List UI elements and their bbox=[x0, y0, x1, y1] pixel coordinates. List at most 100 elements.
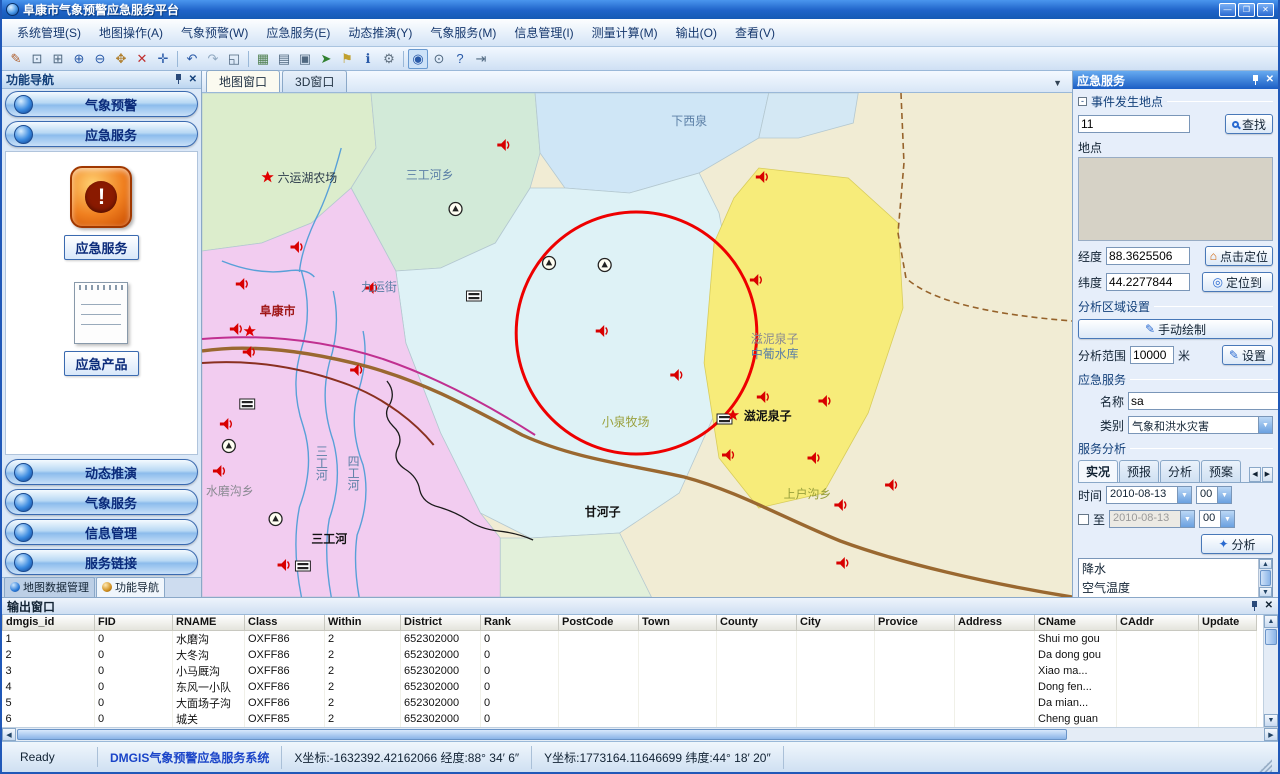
scroll-thumb[interactable] bbox=[1265, 629, 1277, 645]
end-time-checkbox[interactable] bbox=[1078, 514, 1089, 525]
range-input[interactable] bbox=[1130, 346, 1174, 364]
column-header[interactable]: Rank bbox=[481, 615, 559, 630]
latitude-input[interactable] bbox=[1106, 273, 1190, 291]
scroll-right-icon[interactable]: ▶ bbox=[1264, 728, 1278, 741]
tab-live[interactable]: 实况 bbox=[1078, 460, 1118, 482]
map-canvas[interactable]: 下西泉 六运湖农场 三工河乡 九运街 阜康市 滋泥泉子 中葡水库 滋泥泉子 小泉… bbox=[202, 93, 1072, 597]
shortcut-label[interactable]: 应急产品 bbox=[64, 351, 138, 376]
menu-item[interactable]: 动态推演(Y) bbox=[339, 20, 421, 45]
full-extent-icon[interactable]: ✛ bbox=[153, 49, 173, 69]
scroll-left-icon[interactable]: ◀ bbox=[2, 728, 16, 741]
column-header[interactable]: PostCode bbox=[559, 615, 639, 630]
table-row[interactable]: 50大面场子沟OXFF8626523020000Da mian... bbox=[3, 695, 1257, 711]
column-header[interactable]: CName bbox=[1035, 615, 1117, 630]
menu-item[interactable]: 气象预警(W) bbox=[172, 20, 257, 45]
column-header[interactable]: Provice bbox=[875, 615, 955, 630]
column-header[interactable]: RNAME bbox=[173, 615, 245, 630]
list-scrollbar[interactable]: ▲ ▼ bbox=[1258, 559, 1272, 597]
tab-analyze[interactable]: 分析 bbox=[1160, 460, 1200, 482]
select-box-icon[interactable]: ⊡ bbox=[27, 49, 47, 69]
scroll-up-icon[interactable]: ▲ bbox=[1259, 559, 1272, 569]
set-button[interactable]: ✎ 设置 bbox=[1222, 345, 1273, 365]
sidebar-item-service-links[interactable]: 服务链接 bbox=[5, 549, 198, 575]
analyze-button[interactable]: ✦ 分析 bbox=[1201, 534, 1273, 554]
menu-item[interactable]: 气象服务(M) bbox=[421, 20, 505, 45]
start-date-select[interactable]: 2010-08-13▼ bbox=[1106, 486, 1192, 504]
previous-view-icon[interactable]: ↶ bbox=[182, 49, 202, 69]
column-header[interactable]: CAddr bbox=[1117, 615, 1199, 630]
manual-draw-button[interactable]: ✎ 手动绘制 bbox=[1078, 319, 1273, 339]
collapse-icon[interactable]: - bbox=[1078, 97, 1087, 106]
table-row[interactable]: 40东风一小队OXFF8626523020000Dong fen... bbox=[3, 679, 1257, 695]
table-row[interactable]: 10水磨沟OXFF8626523020000Shui mo gou bbox=[3, 630, 1257, 647]
globe-search-icon[interactable]: ◉ bbox=[408, 49, 428, 69]
settings-gear-icon[interactable]: ⚙ bbox=[379, 49, 399, 69]
pan-icon[interactable]: ✥ bbox=[111, 49, 131, 69]
column-header[interactable]: City bbox=[797, 615, 875, 630]
menu-item[interactable]: 地图操作(A) bbox=[90, 20, 172, 45]
edit-icon[interactable]: ✎ bbox=[6, 49, 26, 69]
tab-map-window[interactable]: 地图窗口 bbox=[206, 70, 280, 92]
zoom-out-icon[interactable]: ⊖ bbox=[90, 49, 110, 69]
list-item[interactable]: 降水 bbox=[1079, 559, 1258, 578]
close-icon[interactable]: ✕ bbox=[1265, 601, 1273, 611]
menu-item[interactable]: 测量计算(M) bbox=[583, 20, 667, 45]
scroll-thumb[interactable] bbox=[17, 729, 1067, 740]
scroll-down-icon[interactable]: ▼ bbox=[1264, 714, 1278, 727]
info-icon[interactable]: ℹ bbox=[358, 49, 378, 69]
sidebar-item-emergency-service[interactable]: 应急服务 bbox=[5, 121, 198, 147]
zoom-select-icon[interactable]: ◱ bbox=[224, 49, 244, 69]
close-icon[interactable]: ✕ bbox=[189, 75, 197, 85]
scroll-down-icon[interactable]: ▼ bbox=[1259, 587, 1272, 597]
place-list[interactable] bbox=[1078, 157, 1273, 241]
menu-item[interactable]: 输出(O) bbox=[667, 20, 726, 45]
sidebar-item-weather-warning[interactable]: 气象预警 bbox=[5, 91, 198, 117]
tab-list-dropdown-icon[interactable]: ▼ bbox=[1047, 78, 1068, 92]
column-header[interactable]: Town bbox=[639, 615, 717, 630]
table-horizontal-scrollbar[interactable]: ◀ ▶ bbox=[2, 727, 1278, 741]
print-icon[interactable]: ▣ bbox=[295, 49, 315, 69]
shortcut-label[interactable]: 应急服务 bbox=[64, 235, 138, 260]
menu-item[interactable]: 应急服务(E) bbox=[257, 20, 339, 45]
list-item[interactable]: 空气温度 bbox=[1079, 578, 1258, 597]
pointer-icon[interactable]: ➤ bbox=[316, 49, 336, 69]
table-row[interactable]: 20大冬沟OXFF8626523020000Da dong gou bbox=[3, 647, 1257, 663]
tab-function-nav[interactable]: 功能导航 bbox=[96, 577, 165, 597]
locate-to-button[interactable]: ◎ 定位到 bbox=[1202, 272, 1274, 292]
sidebar-item-info-management[interactable]: 信息管理 bbox=[5, 519, 198, 545]
select-add-icon[interactable]: ⊞ bbox=[48, 49, 68, 69]
start-hour-select[interactable]: 00▼ bbox=[1196, 486, 1232, 504]
location-search-input[interactable] bbox=[1078, 115, 1190, 133]
tab-3d-window[interactable]: 3D窗口 bbox=[282, 70, 347, 92]
click-locate-button[interactable]: ⌂ 点击定位 bbox=[1205, 246, 1273, 266]
find-button[interactable]: 查找 bbox=[1225, 114, 1273, 134]
column-header[interactable]: District bbox=[401, 615, 481, 630]
snapshot-icon[interactable]: ▤ bbox=[274, 49, 294, 69]
tab-plan[interactable]: 预案 bbox=[1201, 460, 1241, 482]
pin-icon[interactable] bbox=[1251, 75, 1260, 86]
menu-item[interactable]: 信息管理(I) bbox=[505, 20, 582, 45]
scroll-up-icon[interactable]: ▲ bbox=[1264, 615, 1278, 628]
resize-grip[interactable] bbox=[1259, 759, 1272, 772]
tab-scroll-left-icon[interactable]: ◀ bbox=[1249, 467, 1260, 482]
shortcut-emergency-product[interactable]: 应急产品 bbox=[64, 282, 138, 376]
column-header[interactable]: Address bbox=[955, 615, 1035, 630]
end-date-select[interactable]: 2010-08-13▼ bbox=[1109, 510, 1195, 528]
pin-icon[interactable] bbox=[1250, 601, 1259, 612]
sidebar-item-weather-service[interactable]: 气象服务 bbox=[5, 489, 198, 515]
column-header[interactable]: County bbox=[717, 615, 797, 630]
table-row[interactable]: 30小马厩沟OXFF8626523020000Xiao ma... bbox=[3, 663, 1257, 679]
help-icon[interactable]: ? bbox=[450, 49, 470, 69]
close-icon[interactable]: ✕ bbox=[1266, 75, 1274, 85]
flag-icon[interactable]: ⚑ bbox=[337, 49, 357, 69]
cancel-icon[interactable]: ✕ bbox=[132, 49, 152, 69]
scroll-thumb[interactable] bbox=[1260, 570, 1271, 586]
shortcut-emergency-service[interactable]: ! 应急服务 bbox=[64, 166, 138, 260]
next-view-icon[interactable]: ↷ bbox=[203, 49, 223, 69]
type-select[interactable]: 气象和洪水灾害▼ bbox=[1128, 416, 1273, 434]
column-header[interactable]: Within bbox=[325, 615, 401, 630]
restore-button[interactable]: ❐ bbox=[1238, 3, 1255, 17]
pin-icon[interactable] bbox=[174, 74, 183, 85]
name-input[interactable] bbox=[1128, 392, 1278, 410]
visibility-icon[interactable]: ⊙ bbox=[429, 49, 449, 69]
